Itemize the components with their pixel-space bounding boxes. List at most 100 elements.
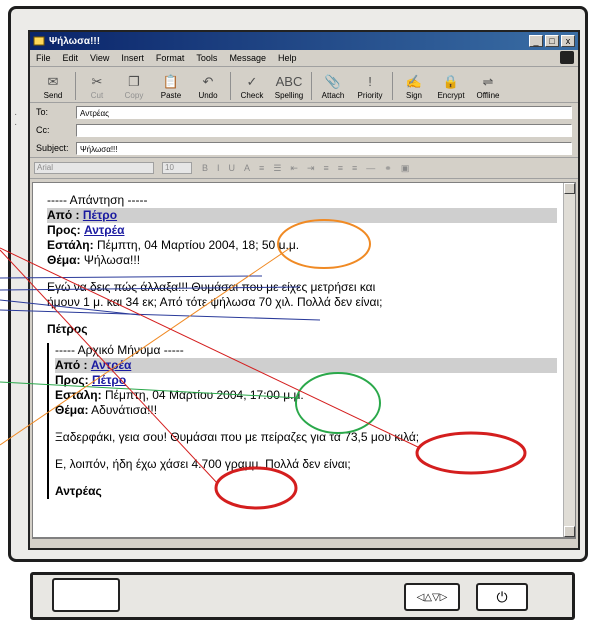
offline-icon: ⇌ bbox=[482, 74, 494, 89]
message-body[interactable]: ----- Απάντηση ----- Από : Πέτρο Προς: Α… bbox=[32, 182, 576, 538]
original-from-link[interactable]: Αντρέα bbox=[91, 358, 131, 372]
original-to-line: Προς: Πέτρο bbox=[55, 373, 557, 388]
original-signature-text: Αντρέας bbox=[55, 484, 102, 498]
reply-body-line: Εγώ να δεις πώς άλλαξα!!! Θυμάσαι που με… bbox=[47, 280, 376, 294]
original-subject-value: Αδυνάτισα!!! bbox=[91, 403, 158, 417]
insert-link-icon[interactable]: ⚭ bbox=[384, 163, 392, 174]
original-from-label: Από : bbox=[55, 358, 88, 372]
reply-sent-line: Εστάλη: Πέμπτη, 04 Μαρτίου 2004, 18; 50 … bbox=[47, 238, 557, 253]
subject-field[interactable]: Ψήλωσα!!! bbox=[76, 141, 572, 155]
menu-tools[interactable]: Tools bbox=[196, 53, 217, 63]
decorative-dots: ·· bbox=[14, 109, 18, 130]
numbered-list-icon[interactable]: ≡ bbox=[259, 163, 264, 173]
toolbar-button-label: Sign bbox=[405, 91, 422, 100]
scroll-down-arrow-icon[interactable] bbox=[564, 526, 575, 537]
power-button-icon[interactable]: ⏻ bbox=[476, 583, 528, 611]
reply-sent-value: Πέμπτη, 04 Μαρτίου 2004, 18; 50 μ.μ. bbox=[96, 238, 300, 252]
encrypt-icon: 🔒 bbox=[442, 74, 460, 89]
toolbar-attach-button[interactable]: 📎 Attach bbox=[318, 73, 348, 100]
toolbar-button-label: Send bbox=[43, 91, 63, 100]
vertical-scrollbar[interactable] bbox=[563, 183, 575, 537]
reply-signature-text: Πέτρος bbox=[47, 322, 88, 336]
menu-edit[interactable]: Edit bbox=[63, 53, 79, 63]
original-subject-label: Θέμα: bbox=[55, 403, 89, 417]
bullet-list-icon[interactable]: ☰ bbox=[273, 163, 281, 174]
toolbar-separator bbox=[392, 72, 393, 100]
close-button[interactable]: x bbox=[561, 35, 575, 47]
to-field[interactable]: Αντρέας bbox=[76, 105, 572, 119]
original-body-line: Ξαδερφάκι, γεια σου! Θυμάσαι που με πείρ… bbox=[55, 430, 420, 444]
menu-help[interactable]: Help bbox=[278, 53, 297, 63]
disk-drive-slot bbox=[52, 578, 120, 612]
spelling-icon: ABC bbox=[275, 74, 303, 89]
toolbar-encrypt-button[interactable]: 🔒 Encrypt bbox=[436, 73, 466, 100]
original-sent-value: Πέμπτη, 04 Μαρτίου 2004, 17:00 μ.μ. bbox=[104, 388, 304, 402]
reply-to-link[interactable]: Αντρέα bbox=[84, 223, 124, 237]
toolbar-check-button[interactable]: ✓ Check bbox=[237, 73, 267, 100]
toolbar-button-label: Paste bbox=[160, 91, 182, 100]
minimize-button[interactable]: _ bbox=[529, 35, 543, 47]
toolbar-priority-button[interactable]: ! Priority bbox=[355, 73, 385, 100]
toolbar-send-button[interactable]: ✉ Send bbox=[38, 73, 68, 100]
toolbar-spelling-button[interactable]: ABC Spelling bbox=[274, 73, 304, 100]
message-text: ----- Απάντηση ----- Από : Πέτρο Προς: Α… bbox=[47, 193, 557, 499]
email-window: Ψήλωσα!!! _ □ x File Edit View Insert Fo… bbox=[28, 30, 580, 550]
compose-mail-icon bbox=[33, 36, 45, 46]
menu-insert[interactable]: Insert bbox=[121, 53, 144, 63]
menu-format[interactable]: Format bbox=[156, 53, 185, 63]
navigation-arrows-icon[interactable]: ◁△▽▷ bbox=[404, 583, 460, 611]
reply-body-line: ήμουν 1 μ. και 34 εκ; Από τότε ψήλωσα 70… bbox=[47, 295, 383, 309]
toolbar-undo-button[interactable]: ↶ Undo bbox=[193, 73, 223, 100]
cut-icon: ✂ bbox=[91, 74, 103, 89]
sign-icon: ✍ bbox=[405, 74, 423, 89]
align-right-icon[interactable]: ≡ bbox=[352, 163, 357, 173]
align-left-icon[interactable]: ≡ bbox=[323, 163, 328, 173]
font-color-icon[interactable]: A bbox=[244, 163, 250, 173]
font-select[interactable]: Arial bbox=[34, 162, 154, 174]
original-to-link[interactable]: Πέτρο bbox=[92, 373, 126, 387]
check-icon: ✓ bbox=[246, 74, 258, 89]
undo-icon: ↶ bbox=[202, 74, 214, 89]
toolbar-cut-button[interactable]: ✂ Cut bbox=[82, 73, 112, 100]
toolbar-offline-button[interactable]: ⇌ Offline bbox=[473, 73, 503, 100]
italic-icon[interactable]: I bbox=[217, 163, 220, 173]
decrease-indent-icon[interactable]: ⇤ bbox=[290, 163, 298, 174]
window-title: Ψήλωσα!!! bbox=[49, 35, 101, 47]
horizontal-line-icon[interactable]: — bbox=[366, 163, 375, 173]
toolbar-sign-button[interactable]: ✍ Sign bbox=[399, 73, 429, 100]
toolbar-copy-button[interactable]: ❐ Copy bbox=[119, 73, 149, 100]
formatting-bar: Arial 10 B I U A ≡ ☰ ⇤ ⇥ ≡ ≡ ≡ — ⚭ ▣ bbox=[30, 157, 578, 179]
toolbar-separator bbox=[230, 72, 231, 100]
to-label[interactable]: To: bbox=[36, 107, 76, 117]
reply-sent-label: Εστάλη: bbox=[47, 238, 94, 252]
cc-label[interactable]: Cc: bbox=[36, 125, 76, 135]
cc-row: Cc: bbox=[30, 121, 578, 139]
subject-row: Subject: Ψήλωσα!!! bbox=[30, 139, 578, 157]
reply-subject-label: Θέμα: bbox=[47, 253, 81, 267]
scroll-up-arrow-icon[interactable] bbox=[564, 183, 575, 194]
toolbar-separator bbox=[311, 72, 312, 100]
menu-file[interactable]: File bbox=[36, 53, 51, 63]
align-center-icon[interactable]: ≡ bbox=[338, 163, 343, 173]
bold-icon[interactable]: B bbox=[202, 163, 208, 173]
reply-signature: Πέτρος bbox=[47, 322, 557, 337]
menu-bar: File Edit View Insert Format Tools Messa… bbox=[30, 50, 578, 67]
reply-separator: ----- Απάντηση ----- bbox=[47, 193, 148, 207]
original-sent-label: Εστάλη: bbox=[55, 388, 102, 402]
toolbar: ✉ Send ✂ Cut ❐ Copy 📋 Paste ↶ Undo ✓ Check ABC Spelli… bbox=[30, 67, 578, 103]
underline-icon[interactable]: U bbox=[229, 163, 236, 173]
toolbar-paste-button[interactable]: 📋 Paste bbox=[156, 73, 186, 100]
cc-field[interactable] bbox=[76, 123, 572, 137]
maximize-button[interactable]: □ bbox=[545, 35, 559, 47]
menu-view[interactable]: View bbox=[90, 53, 109, 63]
insert-picture-icon[interactable]: ▣ bbox=[401, 163, 410, 174]
reply-from-link[interactable]: Πέτρο bbox=[83, 208, 117, 222]
toolbar-separator bbox=[75, 72, 76, 100]
toolbar-button-label: Priority bbox=[357, 91, 383, 100]
windows-logo-icon bbox=[560, 51, 574, 64]
original-to-label: Προς: bbox=[55, 373, 89, 387]
menu-message[interactable]: Message bbox=[229, 53, 266, 63]
attach-icon: 📎 bbox=[324, 74, 342, 89]
increase-indent-icon[interactable]: ⇥ bbox=[307, 163, 315, 174]
size-select[interactable]: 10 bbox=[162, 162, 192, 174]
